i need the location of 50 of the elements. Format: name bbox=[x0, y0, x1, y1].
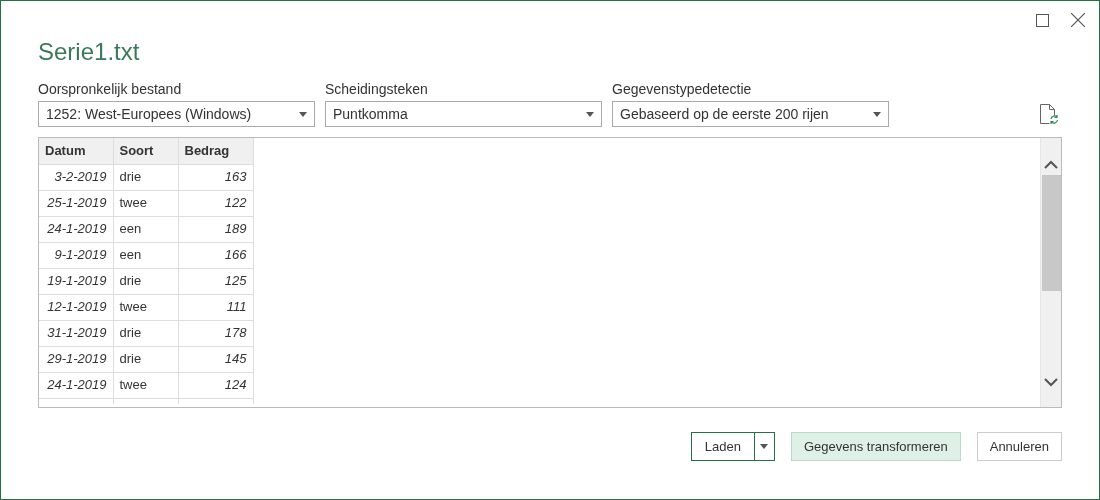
table-cell: 189 bbox=[178, 216, 253, 242]
dropdown[interactable]: Gebaseerd op de eerste 200 rijen bbox=[612, 101, 889, 127]
table-cell: drie bbox=[113, 346, 178, 372]
table-cell: 25-1-2019 bbox=[39, 190, 113, 216]
caret-icon bbox=[873, 111, 881, 117]
caret-icon bbox=[299, 111, 307, 117]
table-cell: 19-1-2019 bbox=[39, 268, 113, 294]
refresh-file-icon[interactable] bbox=[1039, 103, 1059, 125]
table-cell: een bbox=[113, 242, 178, 268]
table-cell: 145 bbox=[178, 346, 253, 372]
table-cell: 12-1-2019 bbox=[39, 294, 113, 320]
table-cell: 124 bbox=[178, 372, 253, 398]
caret-icon bbox=[586, 111, 594, 117]
table-cell: 166 bbox=[178, 242, 253, 268]
scrollbar[interactable] bbox=[1040, 138, 1061, 407]
table-cell: twee bbox=[113, 294, 178, 320]
table-cell: 9-1-2019 bbox=[39, 242, 113, 268]
table-cell: twee bbox=[113, 372, 178, 398]
table-cell: drie bbox=[113, 268, 178, 294]
table-cell: 24-1-2019 bbox=[39, 372, 113, 398]
window-title: Serie1.txt bbox=[38, 37, 141, 67]
table-cell: 3-2-2019 bbox=[39, 164, 113, 190]
table-cell: 111 bbox=[178, 294, 253, 320]
table-cell: twee bbox=[113, 190, 178, 216]
table-cell: een bbox=[113, 216, 178, 242]
table-cell: drie bbox=[113, 320, 178, 346]
table-cell: 29-1-2019 bbox=[39, 346, 113, 372]
close-icon[interactable] bbox=[1071, 13, 1085, 27]
caret-icon bbox=[760, 444, 769, 449]
table-cell: 125 bbox=[178, 268, 253, 294]
table-cell: 31-1-2019 bbox=[39, 320, 113, 346]
field-label: Oorspronkelijk bestand bbox=[38, 80, 183, 98]
scroll-down-icon[interactable] bbox=[1044, 378, 1058, 387]
table-cell: drie bbox=[113, 164, 178, 190]
transform-button[interactable]: Gegevens transformeren bbox=[790, 432, 961, 461]
cancel-button[interactable]: Annuleren bbox=[976, 432, 1062, 461]
table-cell: 24-1-2019 bbox=[39, 216, 113, 242]
column-header[interactable]: Datum bbox=[39, 138, 113, 164]
dropdown[interactable]: Puntkomma bbox=[325, 101, 602, 127]
table-cell: 178 bbox=[178, 320, 253, 346]
dropdown[interactable]: 1252: West-Europees (Windows) bbox=[38, 101, 315, 127]
maximize-icon[interactable] bbox=[1036, 13, 1049, 27]
column-header[interactable]: Soort bbox=[113, 138, 178, 164]
column-header[interactable]: Bedrag bbox=[178, 138, 253, 164]
field-label: Scheidingsteken bbox=[325, 80, 429, 98]
field-label: Gegevenstypedetectie bbox=[612, 80, 753, 98]
table-cell: 163 bbox=[178, 164, 253, 190]
scrollbar-thumb[interactable] bbox=[1041, 175, 1061, 291]
table-cell: 122 bbox=[178, 190, 253, 216]
scroll-up-icon[interactable] bbox=[1044, 160, 1058, 169]
